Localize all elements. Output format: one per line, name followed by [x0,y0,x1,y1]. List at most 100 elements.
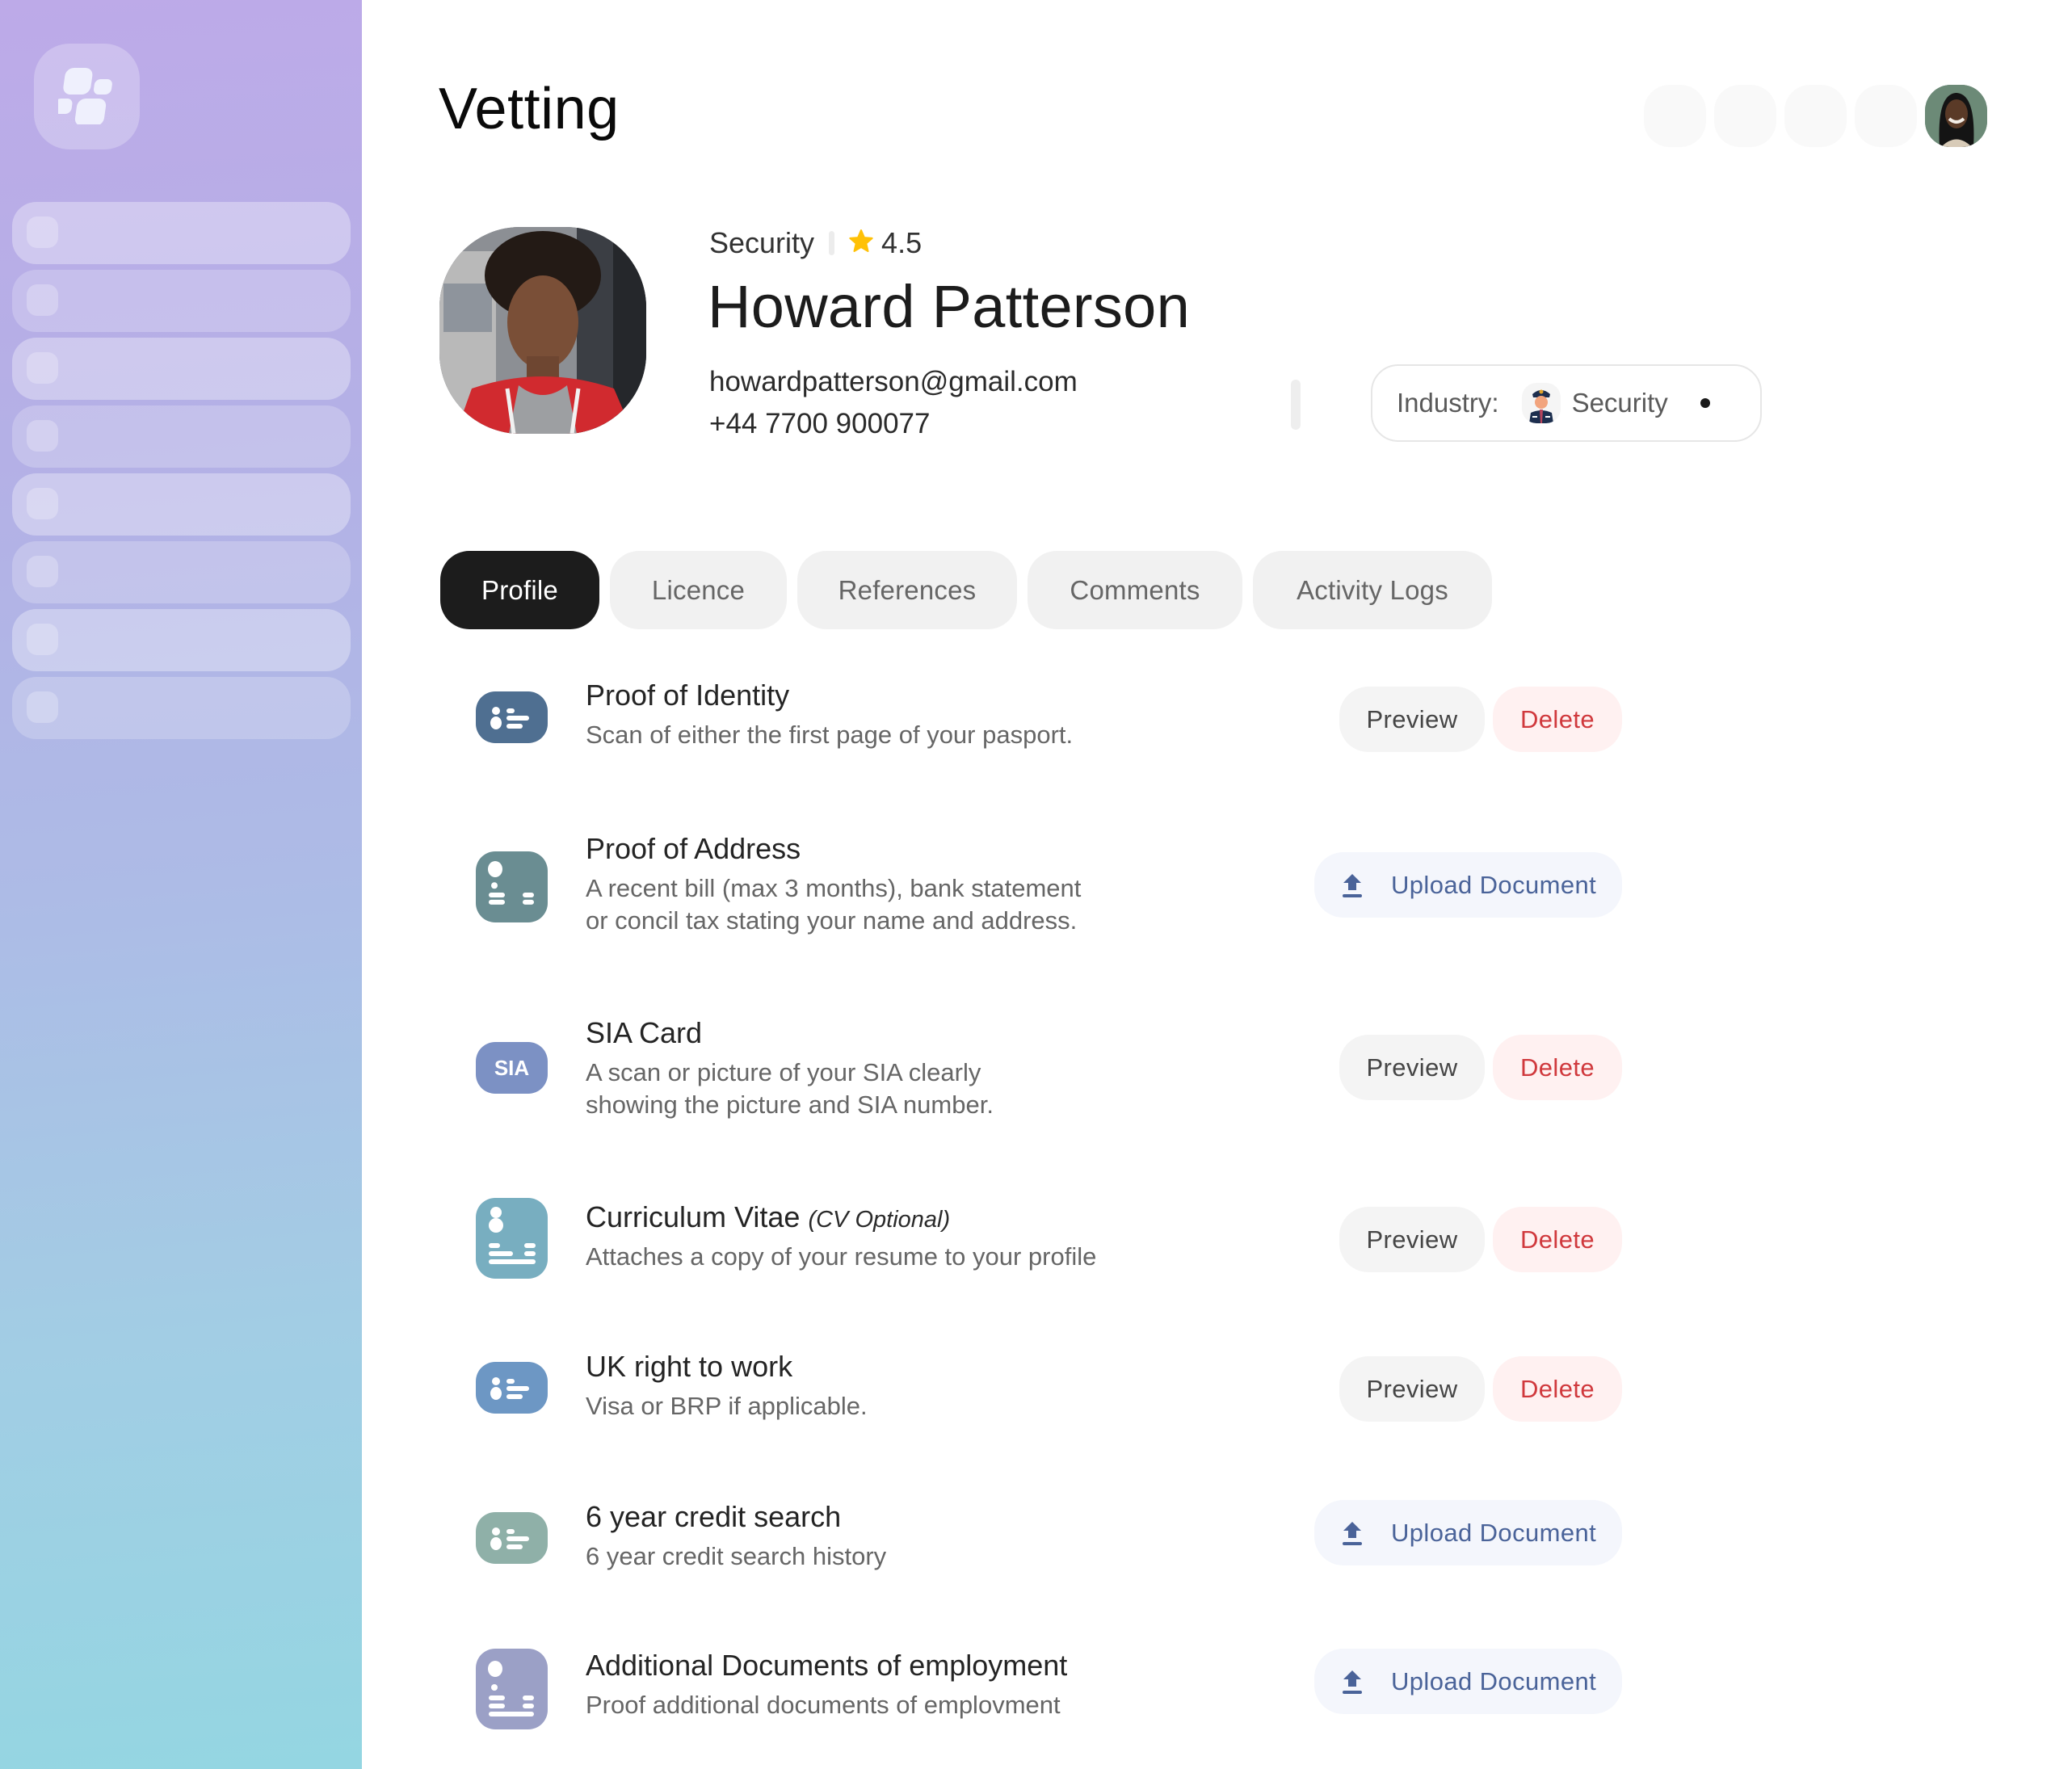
document-description: A scan or picture of your SIA clearly sho… [586,1057,994,1121]
security-guard-icon [1521,383,1561,423]
tab-references[interactable]: References [797,551,1017,629]
tab-comments[interactable]: Comments [1028,551,1242,629]
document-row: UK right to work Visa or BRP if applicabl… [440,1350,1636,1447]
document-title-text: SIA Card [586,1016,703,1049]
tab-profile[interactable]: Profile [440,551,599,629]
document-title: 6 year credit search [586,1500,841,1534]
upload-icon [1343,1521,1362,1545]
document-note: (CV Optional) [808,1207,951,1233]
header-action-button[interactable] [1784,85,1847,147]
document-title-text: Additional Documents of employment [586,1649,1068,1682]
document-description: Scan of either the first page of your pa… [586,719,1073,751]
description-line: showing the picture and SIA number. [586,1090,994,1119]
sidebar-item-icon [27,488,58,519]
upload-document-label: Upload Document [1391,870,1597,899]
profile-phone[interactable]: +44 7700 900077 [709,405,930,443]
id-card-icon [476,1362,548,1414]
sidebar-item[interactable] [12,609,351,671]
document-description: Visa or BRP if applicable. [586,1390,868,1422]
document-row: Proof of Identity Scan of either the firs… [440,679,1636,775]
profile-rating: 4.5 [881,226,923,259]
delete-button[interactable]: Delete [1493,687,1622,752]
preview-button[interactable]: Preview [1339,1207,1485,1272]
sidebar-item-icon [27,624,58,655]
divider [1291,380,1301,430]
user-avatar[interactable] [1925,85,1987,147]
delete-button[interactable]: Delete [1493,1356,1622,1422]
upload-icon [1343,1670,1362,1694]
page-title: Vetting [439,77,620,141]
document-title: SIA Card [586,1016,702,1050]
profile-name: Howard Patterson [708,273,1191,340]
description-line: Attaches a copy of your resume to your p… [586,1242,1097,1271]
delete-button[interactable]: Delete [1493,1207,1622,1272]
upload-document-label: Upload Document [1391,1518,1597,1547]
profile-email[interactable]: howardpatterson@gmail.com [709,363,1078,401]
upload-document-label: Upload Document [1391,1666,1597,1695]
document-title: Proof of Address [586,832,801,866]
sidebar-item[interactable] [12,677,351,739]
preview-button[interactable]: Preview [1339,1035,1485,1100]
description-line: Visa or BRP if applicable. [586,1392,868,1420]
preview-button[interactable]: Preview [1339,687,1485,752]
document-title: Additional Documents of employment [586,1649,1067,1683]
header-actions [1644,85,1987,147]
sidebar-item[interactable] [12,541,351,603]
sidebar-item-icon [27,691,58,723]
sidebar-item-icon [27,420,58,452]
document-row: Additional Documents of employment Proof … [440,1649,1636,1746]
sidebar-item[interactable] [12,270,351,332]
sidebar-item-icon [27,216,58,248]
delete-button[interactable]: Delete [1493,1035,1622,1100]
star-icon [847,229,875,258]
sidebar-item[interactable] [12,405,351,468]
document-description: A recent bill (max 3 months), bank state… [586,872,1081,937]
document-row: Curriculum Vitae (CV Optional) Attaches a… [440,1198,1636,1297]
header-action-button[interactable] [1644,85,1706,147]
description-line: or concil tax stating your name and addr… [586,906,1078,935]
document-title-text: 6 year credit search [586,1500,842,1533]
user-avatar-image [1925,85,1987,147]
description-line: A scan or picture of your SIA clearly [586,1058,981,1086]
upload-document-button[interactable]: Upload Document [1314,852,1622,918]
header-action-button[interactable] [1714,85,1776,147]
document-description: 6 year credit search history [586,1540,886,1573]
document-description: Attaches a copy of your resume to your p… [586,1241,1096,1273]
description-line: A recent bill (max 3 months), bank state… [586,874,1082,902]
document-title: Curriculum Vitae (CV Optional) [586,1200,950,1234]
upload-icon [1343,873,1362,897]
sidebar-item-icon [27,352,58,384]
description-line: Scan of either the first page of your pa… [586,721,1074,749]
document-row: SIA SIA Card A scan or picture of your SIA… [440,1016,1636,1119]
sidebar-item[interactable] [12,202,351,264]
id-card-icon [476,1512,548,1564]
industry-label: Industry: [1397,388,1499,418]
sidebar-item[interactable] [12,473,351,536]
employment-document-icon [476,1649,548,1729]
sidebar [0,0,362,1769]
tab-activity-logs[interactable]: Activity Logs [1253,551,1492,629]
description-line: 6 year credit search history [586,1542,887,1570]
preview-button[interactable]: Preview [1339,1356,1485,1422]
cv-document-icon [476,1198,548,1279]
logo-icon [58,68,112,124]
upload-document-button[interactable]: Upload Document [1314,1649,1622,1714]
svg-text:SIA: SIA [494,1056,530,1080]
description-line: Proof additional documents of emplovment [586,1691,1061,1719]
header-action-button[interactable] [1855,85,1917,147]
sidebar-item-icon [27,556,58,587]
id-card-icon [476,691,548,743]
app-logo[interactable] [34,44,140,149]
tab-bar: Profile Licence References Comments Acti… [440,551,1492,629]
sidebar-item[interactable] [12,338,351,400]
document-row: 6 year credit search 6 year credit search… [440,1500,1636,1597]
document-title: UK right to work [586,1350,792,1384]
upload-document-button[interactable]: Upload Document [1314,1500,1622,1565]
document-row: Proof of Address A recent bill (max 3 mon… [440,832,1636,935]
industry-value: Security [1571,388,1668,418]
profile-photo [439,227,646,434]
industry-selector[interactable]: Industry: Security [1371,364,1762,442]
document-title: Proof of Identity [586,679,789,712]
tab-licence[interactable]: Licence [610,551,787,629]
document-title-text: UK right to work [586,1350,793,1383]
